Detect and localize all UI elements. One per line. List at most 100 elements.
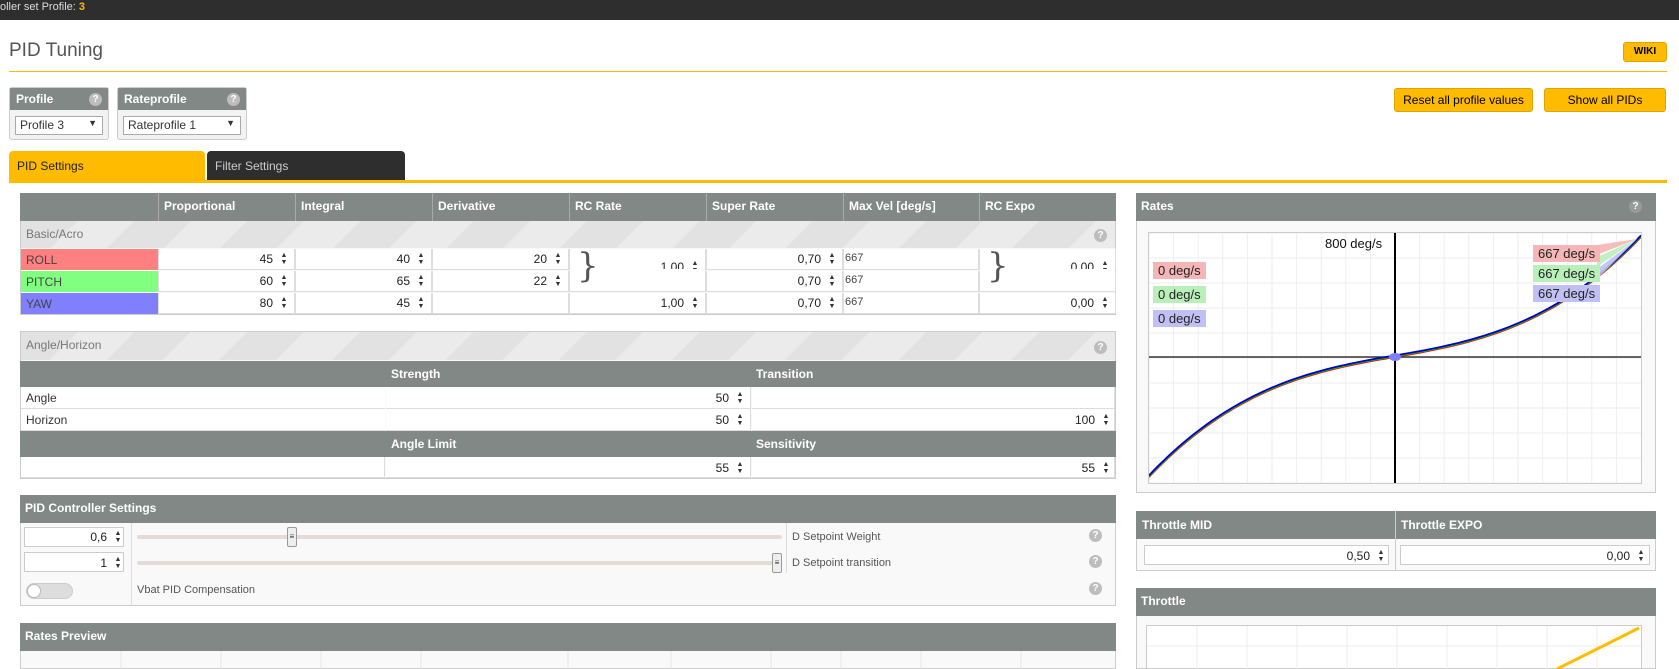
pid-input-d[interactable]: 20 <box>432 252 547 266</box>
strength-input[interactable]: 50 <box>386 413 729 427</box>
throttle-expo-header: Throttle EXPO <box>1401 518 1483 532</box>
controller-divider-right <box>786 523 787 573</box>
transition-spinner[interactable]: ▲ ▼ <box>1102 413 1110 427</box>
d-setpoint-transition-spinner[interactable]: ▲ ▼ <box>114 556 122 570</box>
spinner-arrows[interactable]: ▲▼ <box>828 296 836 310</box>
spinner-arrows[interactable]: ▲▼ <box>1101 296 1109 310</box>
angle-horizon-section: Angle/Horizon <box>21 332 1115 360</box>
profile-select[interactable]: Profile 3 ▼ <box>15 116 103 135</box>
rateprofile-select[interactable]: Rateprofile 1 ▼ <box>123 116 241 135</box>
pid-input-p[interactable]: 80 <box>158 296 273 310</box>
tab-underline <box>9 180 1667 183</box>
profile-status-label: oller set Profile: <box>0 1 76 13</box>
angle-limit-header-label: Angle Limit <box>391 437 457 451</box>
pid-cell <box>843 293 979 314</box>
spinner-arrows[interactable]: ▲▼ <box>828 274 836 288</box>
max-vel-value: 667 <box>845 296 864 308</box>
vbat-toggle[interactable] <box>26 583 73 599</box>
d-setpoint-weight-label: D Setpoint Weight <box>792 531 881 543</box>
strength-spinner[interactable]: ▲ ▼ <box>736 413 744 427</box>
d-setpoint-transition-value: 1 <box>100 556 107 570</box>
transition-input[interactable]: 100 <box>752 413 1095 427</box>
rates-help-icon[interactable]: ? <box>1629 200 1642 213</box>
pid-input-i[interactable]: 65 <box>295 274 410 288</box>
pid-input-p[interactable]: 60 <box>158 274 273 288</box>
d-setpoint-weight-help-icon[interactable]: ? <box>1089 529 1102 542</box>
reset-profile-button[interactable]: Reset all profile values <box>1394 88 1533 112</box>
d-setpoint-transition-slider-handle[interactable]: ≡ <box>772 553 782 573</box>
pid-input-rc-rate[interactable]: 1,00 <box>569 296 684 310</box>
spinner-arrows[interactable]: ▲▼ <box>280 252 288 266</box>
pid-input-p[interactable]: 45 <box>158 252 273 266</box>
vbat-help-icon[interactable]: ? <box>1089 582 1102 595</box>
controller-divider <box>131 523 132 606</box>
max-rate-label: 667 deg/s <box>1533 285 1601 302</box>
pid-cell <box>432 293 569 314</box>
max-rate-label: 667 deg/s <box>1533 245 1601 262</box>
current-rate-label: 0 deg/s <box>1153 310 1206 327</box>
pid-input-i[interactable]: 40 <box>295 252 410 266</box>
angle-horizon-help-icon[interactable]: ? <box>1094 341 1107 354</box>
show-all-pids-button[interactable]: Show all PIDs <box>1544 88 1666 112</box>
pid-header-4: RC Rate <box>569 193 706 221</box>
vbat-label: Vbat PID Compensation <box>137 584 256 596</box>
spinner-arrows[interactable]: ▲▼ <box>828 252 836 266</box>
spinner-arrows[interactable]: ▲▼ <box>417 274 425 288</box>
profile-help-icon[interactable]: ? <box>89 93 102 106</box>
chevron-down-icon: ▼ <box>226 118 235 128</box>
strength-header: Strength <box>391 367 441 381</box>
strength-input[interactable]: 50 <box>386 391 729 405</box>
pid-row-label-yaw: YAW <box>21 293 158 314</box>
rates-preview-header: Rates Preview <box>20 623 1116 651</box>
throttle-chart <box>1147 626 1641 669</box>
basic-acro-section: Basic/Acro <box>21 221 1115 248</box>
max-rate-label: 667 deg/s <box>1533 265 1601 282</box>
pid-input-d[interactable]: 22 <box>432 274 547 288</box>
throttle-mid-spinner[interactable]: ▲ ▼ <box>1377 549 1385 563</box>
sensitivity-spinner[interactable]: ▲ ▼ <box>1102 461 1110 475</box>
wiki-button[interactable]: WIKI <box>1623 42 1667 62</box>
tab-filter-settings[interactable]: Filter Settings <box>207 151 405 181</box>
rateprofile-label: Rateprofile <box>124 92 187 106</box>
angle-horizon-header <box>20 361 1116 387</box>
spinner-arrows[interactable]: ▲▼ <box>691 296 699 310</box>
pid-input-rc-expo[interactable]: 0,00 <box>979 296 1094 310</box>
pid-input-super-rate[interactable]: 0,70 <box>706 252 821 266</box>
strength-spinner[interactable]: ▲ ▼ <box>736 391 744 405</box>
sensitivity-input[interactable]: 55 <box>752 461 1095 475</box>
throttle-chart-header: Throttle <box>1136 588 1656 616</box>
chevron-down-icon: ▼ <box>88 118 97 128</box>
spinner-arrows[interactable]: ▲▼ <box>280 296 288 310</box>
rateprofile-help-icon[interactable]: ? <box>227 93 240 106</box>
spinner-arrows[interactable]: ▲▼ <box>280 274 288 288</box>
tab-pid-settings[interactable]: PID Settings <box>9 151 205 181</box>
basic-acro-help-icon[interactable]: ? <box>1094 229 1107 242</box>
pid-input-i[interactable]: 45 <box>295 296 410 310</box>
profile-label: Profile <box>16 92 54 106</box>
spinner-arrows[interactable]: ▲▼ <box>417 296 425 310</box>
top-status-bar: oller set Profile: 3 <box>0 0 1679 20</box>
profile-selected-value: Profile 3 <box>20 118 65 132</box>
sensitivity-header-label: Sensitivity <box>756 437 817 451</box>
d-setpoint-weight-slider-handle[interactable]: ≡ <box>286 527 297 547</box>
d-setpoint-transition-help-icon[interactable]: ? <box>1089 555 1102 568</box>
d-setpoint-weight-spinner[interactable]: ▲ ▼ <box>114 530 122 544</box>
current-rate-label: 0 deg/s <box>1153 286 1206 303</box>
pid-input-super-rate[interactable]: 0,70 <box>706 274 821 288</box>
pid-header-1: Proportional <box>158 193 295 221</box>
angle-limit-spinner[interactable]: ▲ ▼ <box>736 461 744 475</box>
transition-cell <box>752 387 1115 409</box>
profile-status-value: 3 <box>78 1 85 13</box>
angle-limit-row <box>21 457 385 478</box>
throttle-expo-value: 0,00 <box>1606 549 1630 563</box>
spinner-arrows[interactable]: ▲▼ <box>554 252 562 266</box>
throttle-mid-value: 0,50 <box>1346 549 1370 563</box>
current-rate-label: 0 deg/s <box>1153 262 1206 279</box>
d-setpoint-transition-track[interactable] <box>137 561 782 565</box>
pid-input-super-rate[interactable]: 0,70 <box>706 296 821 310</box>
d-setpoint-weight-track[interactable] <box>137 535 782 539</box>
spinner-arrows[interactable]: ▲▼ <box>417 252 425 266</box>
throttle-expo-spinner[interactable]: ▲ ▼ <box>1637 549 1645 563</box>
angle-limit-input[interactable]: 55 <box>386 461 729 475</box>
spinner-arrows[interactable]: ▲▼ <box>554 274 562 288</box>
